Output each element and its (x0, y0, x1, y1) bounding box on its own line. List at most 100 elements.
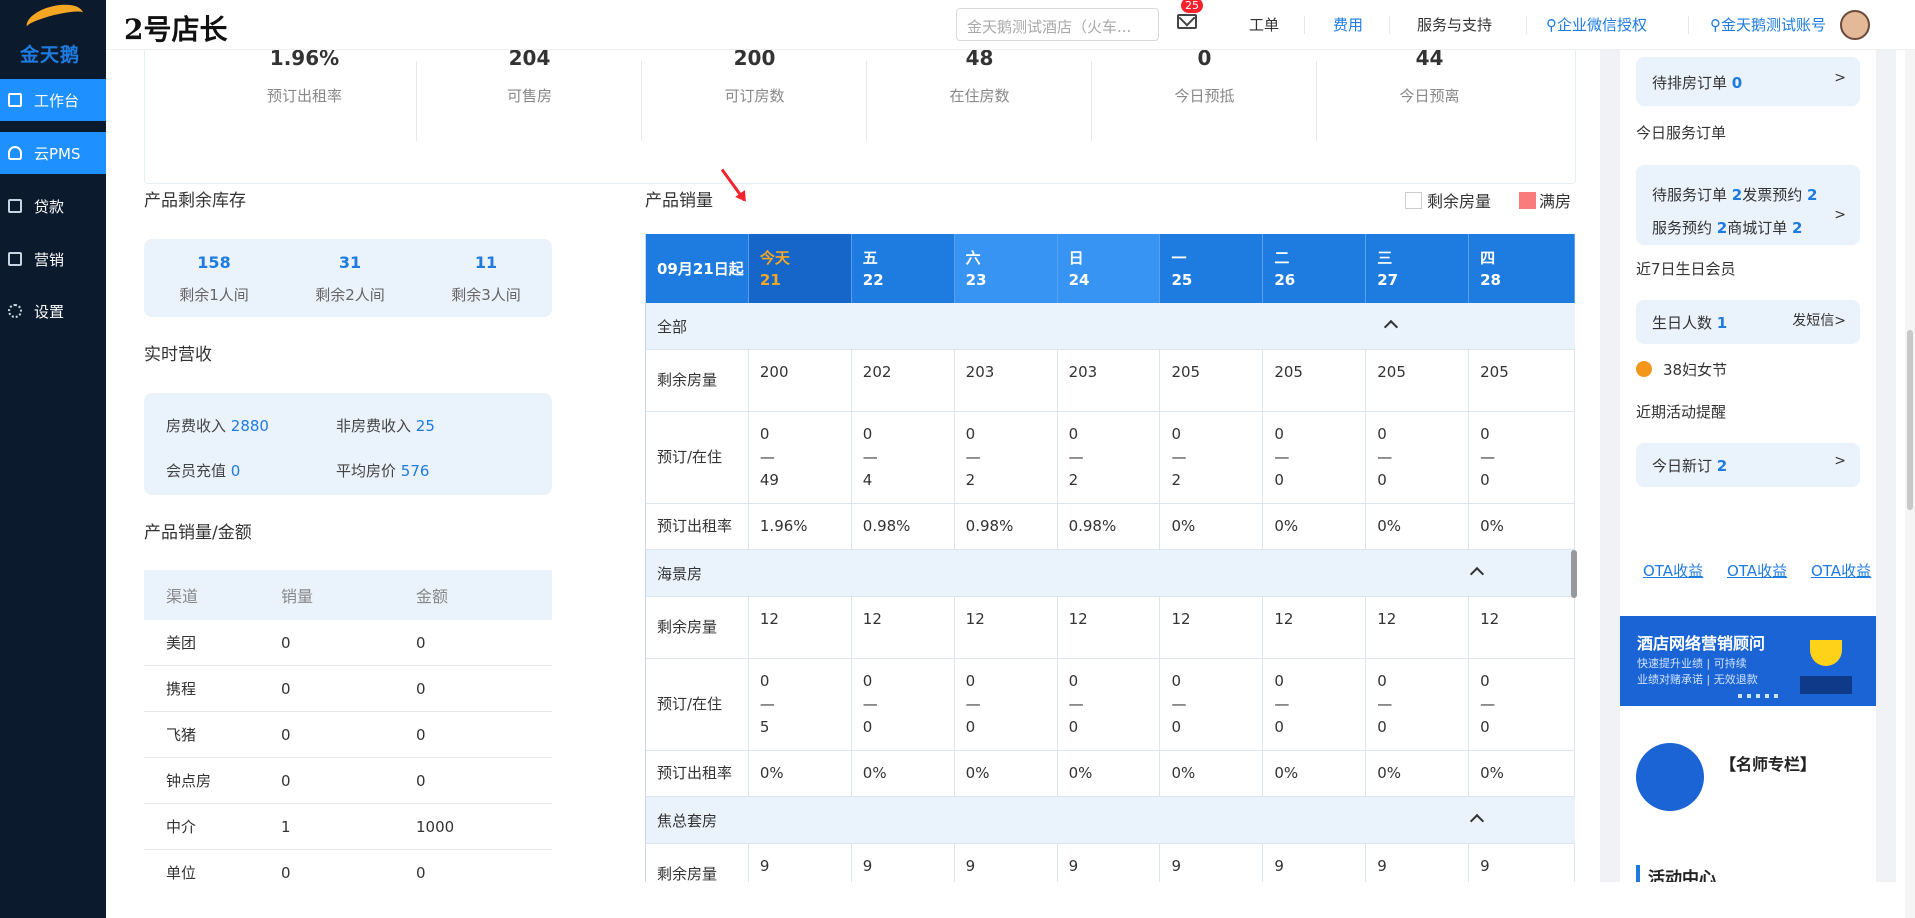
banner-subtitle: 快速提升业绩 | 可持续 业绩对赌承诺 | 无效退款 (1637, 656, 1758, 688)
grid-cell: 0% (749, 751, 852, 796)
grid-header-day[interactable]: 一 25 (1160, 234, 1264, 303)
new-orders-box[interactable]: 今日新订 2 > (1636, 443, 1860, 487)
chevron-up-icon[interactable] (1469, 813, 1485, 829)
occupied-value: 5 (759, 718, 770, 736)
bottom-band (106, 882, 1915, 918)
chevron-right-icon[interactable]: > (1834, 453, 1846, 469)
occupied-value: 2 (1068, 471, 1079, 489)
product-sales-grid: 09月21日起 今天 21 五 22 六 23 日 24 一 25 二 26 三 27 四 28… (645, 234, 1576, 882)
booked-value: 0 (759, 672, 770, 690)
festival-dot-icon (1636, 361, 1652, 377)
sidebar-item-workbench[interactable]: 工作台 (0, 79, 106, 121)
table-cell: 单位 (166, 864, 197, 882)
link-wecom-auth[interactable]: ⚲企业微信授权 (1546, 14, 1647, 35)
grid-cell: 0.98% (852, 504, 955, 549)
row-label: 剩余房量 (646, 350, 749, 411)
pending-assign-box[interactable]: 待排房订单 0 > (1636, 57, 1860, 106)
sales-amount-title: 产品销量/金额 (144, 523, 252, 543)
stat-value: 48 (965, 50, 994, 70)
stat-occupied: 48 在住房数 (867, 50, 1092, 181)
hotel-select[interactable]: 金天鹅测试酒店（火车... (956, 8, 1159, 41)
grid-header-day[interactable]: 日 24 (1057, 234, 1161, 303)
service-orders-box[interactable]: 待服务订单 2发票预约 2 服务预约 2商城订单 2 > (1636, 165, 1860, 245)
occupied-value: 2 (1171, 471, 1181, 489)
link-account[interactable]: ⚲金天鹅测试账号 (1710, 14, 1826, 35)
inventory-label: 剩余3人间 (451, 286, 521, 304)
sidebar-item-settings[interactable]: 设置 (0, 290, 106, 332)
grid-row: 预订出租率 0% 0% 0% 0% 0% 0% 0% 0% (646, 751, 1576, 797)
grid-cell: 9 (1366, 844, 1470, 882)
avatar[interactable] (1840, 10, 1870, 40)
inventory-item: 11 剩余3人间 (416, 239, 556, 305)
legend-label: 满房 (1539, 192, 1572, 211)
grid-header-day[interactable]: 三 27 (1366, 234, 1470, 303)
chevron-right-icon[interactable]: > (1834, 199, 1846, 232)
table-cell: 1 (281, 817, 291, 836)
grid-header-day[interactable]: 二 26 (1263, 234, 1367, 303)
service-orders-title: 今日服务订单 (1636, 124, 1727, 142)
revenue-member-label: 会员充值 (166, 462, 227, 480)
link-work-order[interactable]: 工单 (1249, 14, 1279, 35)
occupied-value: 0 (1068, 718, 1079, 736)
legend-full: 满房 (1519, 188, 1571, 212)
occupied-value: 0 (862, 718, 873, 736)
logo-text: 金天鹅 (20, 44, 81, 66)
chevron-up-icon[interactable] (1469, 566, 1485, 582)
activity-center-title: 活动中心 (1648, 869, 1716, 882)
table-row: 美团 0 0 (144, 620, 552, 666)
inventory-value: 11 (474, 253, 498, 272)
marketing-banner[interactable]: 酒店网络营销顾问 快速提升业绩 | 可持续 业绩对赌承诺 | 无效退款 (1620, 616, 1876, 706)
ota-revenue-link[interactable]: OTA收益 (1727, 560, 1787, 581)
pending-assign-count: 0 (1731, 74, 1743, 92)
send-sms-link[interactable]: 发短信> (1792, 310, 1846, 330)
sidebar-item-cloud-pms[interactable]: 云PMS (0, 132, 106, 174)
booked-value: 0 (965, 425, 976, 443)
grid-scrollbar[interactable] (1571, 550, 1577, 598)
grid-cell: 9 (749, 844, 852, 882)
grid-cell: 205 (1469, 350, 1576, 411)
sidebar-item-marketing[interactable]: 营销 (0, 238, 106, 280)
stat-departures: 44 今日预离 (1317, 50, 1542, 181)
divider (1526, 16, 1527, 34)
grid-cell: 0% (955, 751, 1058, 796)
group-header-seaview[interactable]: 海景房 (646, 550, 1575, 597)
trophy-icon (1810, 640, 1842, 666)
grid-header-day[interactable]: 四 28 (1469, 234, 1576, 303)
stats-card: 1.96% 预订出租率 204 可售房 200 可订房数 48 在住房数 0 今日预抵 4… (144, 50, 1576, 184)
mail-icon[interactable] (1177, 14, 1197, 29)
sidebar: 金天鹅 工作台 云PMS 贷款 营销 设置 (0, 0, 106, 918)
group-header-all[interactable]: 全部 (646, 303, 1575, 350)
ota-revenue-link[interactable]: OTA收益 (1811, 560, 1871, 581)
product-sales-title: 产品销量 (645, 191, 713, 211)
grid-cell: 0 — 0 (1263, 412, 1367, 503)
group-header-suite[interactable]: 焦总套房 (646, 797, 1575, 844)
stat-label: 可售房 (506, 87, 552, 105)
mail-badge: 25 (1181, 0, 1203, 13)
grid-header-day[interactable]: 今天 21 (748, 234, 852, 303)
mingshi-title[interactable]: 【名师专栏】 (1720, 751, 1816, 775)
stat-value: 44 (1415, 50, 1444, 70)
page-scrollbar-thumb[interactable] (1907, 330, 1913, 510)
carousel-dots[interactable] (1738, 694, 1778, 698)
booked-separator: — (862, 695, 878, 713)
link-service-support[interactable]: 服务与支持 (1417, 14, 1492, 35)
stat-value: 0 (1197, 50, 1212, 70)
grid-header-day[interactable]: 五 22 (852, 234, 955, 303)
date: 24 (1068, 271, 1090, 289)
booked-value: 0 (1171, 672, 1181, 690)
date: 23 (965, 271, 987, 289)
chevron-up-icon[interactable] (1383, 319, 1399, 335)
sidebar-item-loan[interactable]: 贷款 (0, 185, 106, 227)
table-cell: 0 (416, 725, 426, 744)
link-fees[interactable]: 费用 (1333, 14, 1363, 35)
grid-cell: 0 — 0 (1366, 412, 1470, 503)
grid-header-day[interactable]: 六 23 (954, 234, 1058, 303)
chevron-right-icon[interactable]: > (1834, 70, 1846, 86)
ota-revenue-link[interactable]: OTA收益 (1643, 560, 1703, 581)
booked-value: 0 (1068, 425, 1079, 443)
row-label: 剩余房量 (646, 844, 749, 882)
group-name: 焦总套房 (657, 811, 718, 830)
stat-value: 204 (508, 50, 551, 70)
mingshi-image[interactable] (1636, 743, 1704, 811)
grid-cell: 12 (749, 597, 852, 658)
